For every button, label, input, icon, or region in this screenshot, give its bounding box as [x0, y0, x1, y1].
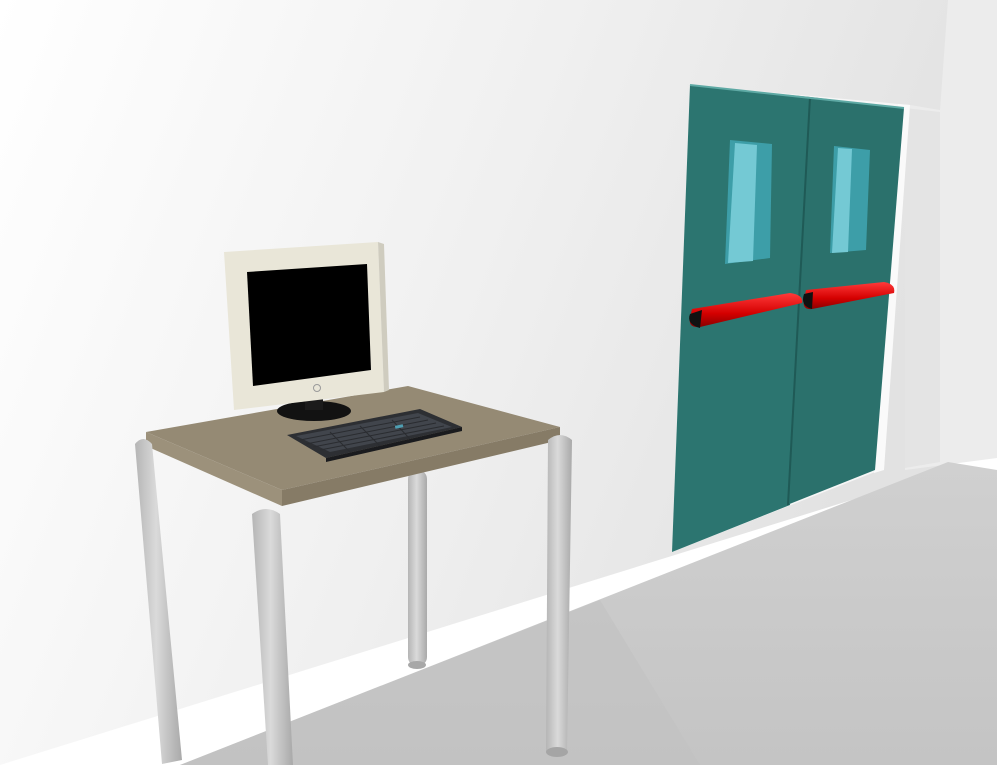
- monitor-screen: [247, 264, 371, 386]
- side-wall-lower: [905, 108, 940, 468]
- desk-leg-back-left: [408, 470, 427, 666]
- monitor[interactable]: [224, 242, 389, 421]
- office-scene: [0, 0, 997, 765]
